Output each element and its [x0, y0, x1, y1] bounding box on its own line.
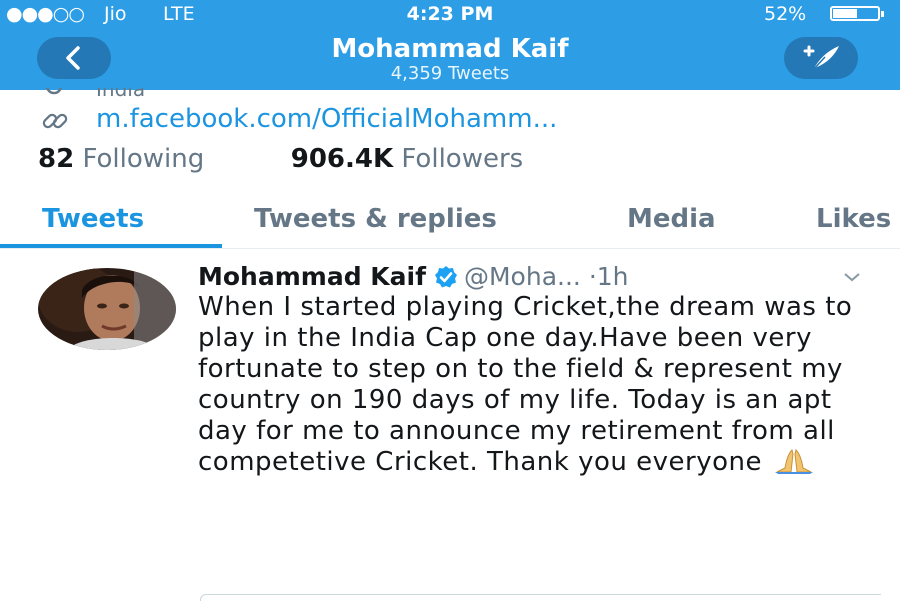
tweet-body: When I started playing Cricket,the dream…: [198, 292, 888, 478]
followers-label: Followers: [401, 144, 524, 174]
tweet-author-name[interactable]: Mohammad Kaif: [198, 262, 426, 291]
following-label: Following: [82, 144, 205, 174]
tweet-text: When I started playing Cricket,the dream…: [198, 292, 853, 477]
active-tab-indicator: [0, 244, 222, 248]
link-icon: [42, 113, 68, 129]
folded-hands-icon: [774, 449, 813, 474]
tab-tweets[interactable]: Tweets: [42, 204, 144, 234]
following-stat[interactable]: 82 Following: [38, 144, 212, 174]
verified-badge-icon: [434, 266, 457, 288]
page-title: Mohammad Kaif: [331, 34, 569, 64]
battery-percent: 52%: [764, 3, 807, 25]
status-bar: ●●●○○ Jio LTE 4:23 PM 52%: [0, 0, 900, 28]
compose-tweet-icon: [803, 45, 839, 71]
following-count: 82: [38, 144, 75, 174]
tab-media[interactable]: Media: [627, 204, 716, 234]
separator-dot: ·: [588, 262, 597, 291]
chevron-down-icon[interactable]: [842, 270, 862, 284]
avatar[interactable]: [38, 268, 176, 350]
tweet-timestamp[interactable]: 1h: [597, 262, 629, 291]
tab-tweets-replies[interactable]: Tweets & replies: [254, 204, 497, 234]
profile-location: India: [44, 88, 244, 98]
location-icon: [45, 88, 63, 95]
profile-link-text[interactable]: m.facebook.com/OfficialMohamm...: [96, 104, 557, 134]
followers-stat[interactable]: 906.4K Followers: [291, 144, 523, 174]
follow-stats: 82 Following 906.4K Followers: [38, 144, 523, 174]
tweet-header: Mohammad Kaif @Moha... ·1h: [198, 262, 629, 291]
battery-icon: [830, 6, 884, 21]
tab-likes[interactable]: Likes: [816, 204, 891, 234]
avatar-photo: [38, 268, 176, 350]
compose-button[interactable]: [784, 37, 858, 79]
header-bar: ●●●○○ Jio LTE 4:23 PM 52% Mohammad Kaif …: [0, 0, 900, 90]
profile-tabs: Tweets Tweets & replies Media Likes: [0, 200, 900, 249]
followers-count: 906.4K: [290, 144, 394, 174]
tweet-author-handle[interactable]: @Moha...: [464, 262, 581, 291]
tweet-count: 4,359 Tweets: [390, 63, 510, 84]
